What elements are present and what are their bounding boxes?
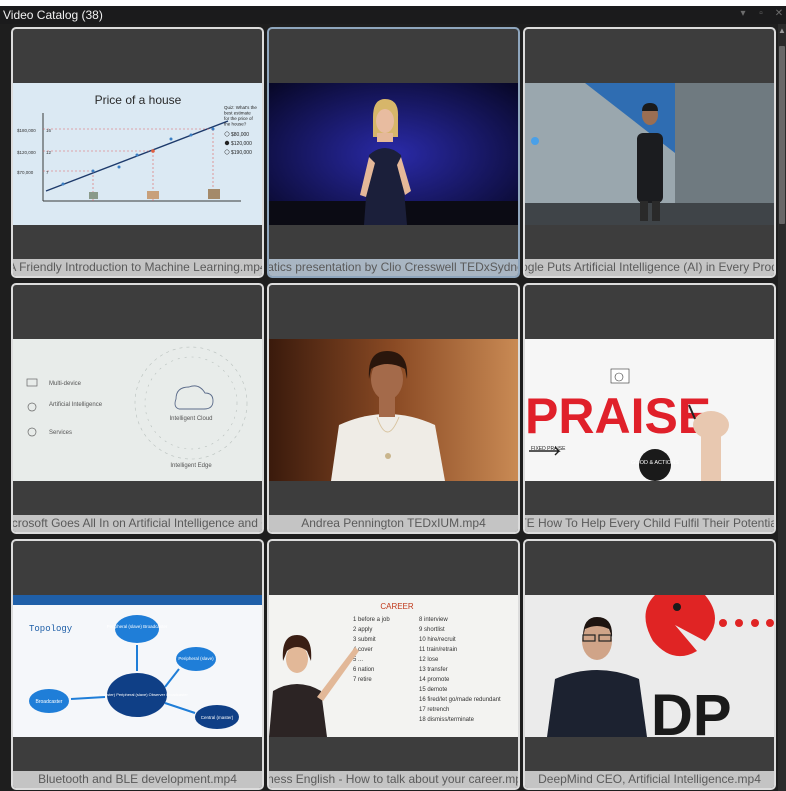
close-icon[interactable]: ✕: [774, 8, 784, 20]
svg-text:GOOD & ACTIONS: GOOD & ACTIONS: [631, 460, 679, 466]
title-bar: Video Catalog (38) ▾ ▫ ✕: [0, 6, 786, 24]
whiteboard-item: 15 demote: [419, 687, 448, 693]
video-thumbnail: [269, 83, 518, 225]
video-tile[interactable]: CAREER 1 before a job 2 apply 3 submit 4 co…: [267, 539, 520, 790]
svg-text:$80,000: $80,000: [231, 132, 249, 138]
thumbnail-image: PRAISE FIXED PRAISE GOOD & ACTIONS: [525, 339, 774, 481]
whiteboard-item: 7 retire: [353, 677, 372, 683]
video-title: siness English - How to talk about your …: [269, 771, 518, 788]
thumbnail-image: CAREER 1 before a job2 apply3 submit4 co…: [269, 595, 518, 737]
video-thumbnail: Topology Peripheral (slave) Broadcaster …: [13, 595, 262, 737]
whiteboard-item: 3 submit: [353, 637, 376, 643]
svg-text:Intelligent Cloud: Intelligent Cloud: [169, 416, 212, 422]
whiteboard-item: 11 train/retrain: [419, 647, 457, 653]
video-title: Google Puts Artificial Intelligence (AI)…: [525, 259, 774, 276]
svg-text:DP: DP: [651, 683, 732, 737]
whiteboard-item: 18 dismiss/terminate: [419, 717, 475, 723]
thumbnail-image: [269, 339, 518, 481]
thumbnail-image: [269, 83, 518, 225]
whiteboard-item: 9 shortlist: [419, 627, 445, 633]
thumbnail-image: Topology Peripheral (slave) Broadcaster …: [13, 595, 262, 737]
video-tile[interactable]: PRAISE FIXED PRAISE GOOD & ACTIONS TE Ho…: [523, 283, 776, 534]
thumbnail-image: [525, 83, 774, 225]
svg-text:Peripheral (slave) Broadcaster: Peripheral (slave) Broadcaster: [107, 624, 168, 629]
svg-text:$190,000: $190,000: [231, 150, 252, 156]
whiteboard-item: 13 transfer: [419, 667, 448, 673]
svg-text:16: 16: [46, 128, 52, 133]
video-tile[interactable]: DP DeepMind CEO, Artificial Intelligence…: [523, 539, 776, 790]
video-tile-selected[interactable]: matics presentation by Clio Cresswell TE…: [267, 27, 520, 278]
video-thumbnail: CAREER 1 before a job 2 apply 3 submit 4 co…: [269, 595, 518, 737]
whiteboard-item: 2 apply: [353, 627, 372, 633]
whiteboard-item: 17 retrench: [419, 707, 449, 713]
svg-text:FIXED PRAISE: FIXED PRAISE: [531, 446, 566, 452]
whiteboard-item: 5 ...: [353, 657, 363, 663]
video-thumbnail: Price of a house $180,000 $120,000 $70,0…: [13, 83, 262, 225]
video-thumbnail: DP: [525, 595, 774, 737]
svg-text:Peripheral (slave): Peripheral (slave): [178, 656, 214, 661]
svg-text:$120,000: $120,000: [17, 150, 36, 155]
video-title: Bluetooth and BLE development.mp4: [13, 771, 262, 788]
whiteboard-item: 1 before a job: [353, 617, 390, 623]
video-tile[interactable]: Price of a house $180,000 $120,000 $70,0…: [11, 27, 264, 278]
whiteboard-item: 8 interview: [419, 617, 448, 623]
thumb-chart-title: Price of a house: [95, 93, 182, 107]
svg-text:Artificial Intelligence: Artificial Intelligence: [49, 402, 103, 408]
video-thumbnail: Multi-device Artificial Intelligence Ser…: [13, 339, 262, 481]
thumbnail-image: DP: [525, 595, 774, 737]
svg-text:PRAISE: PRAISE: [525, 388, 711, 444]
scroll-thumb[interactable]: [779, 46, 785, 224]
video-catalog-window: Video Catalog (38) ▾ ▫ ✕ Price of a hous…: [0, 6, 786, 791]
whiteboard-item: 10 hire/recruit: [419, 637, 456, 643]
video-title: TE How To Help Every Child Fulfil Their …: [525, 515, 774, 532]
video-tile[interactable]: Google Puts Artificial Intelligence (AI)…: [523, 27, 776, 278]
svg-text:$120,000: $120,000: [231, 141, 252, 147]
svg-text:Broadcaster: Broadcaster: [36, 699, 63, 705]
svg-text:Multi-device: Multi-device: [49, 381, 82, 387]
video-title: Andrea Pennington TEDxIUM.mp4: [269, 515, 518, 532]
video-tile[interactable]: Multi-device Artificial Intelligence Ser…: [11, 283, 264, 534]
whiteboard-item: 16 fired/let go/made redundant: [419, 697, 501, 703]
dropdown-icon[interactable]: ▾: [738, 8, 748, 20]
svg-text:Topology: Topology: [29, 624, 73, 634]
scroll-up-icon[interactable]: ▲: [778, 26, 786, 36]
svg-text:Services: Services: [49, 430, 72, 436]
video-thumbnail: PRAISE FIXED PRAISE GOOD & ACTIONS: [525, 339, 774, 481]
whiteboard-item: 14 promote: [419, 677, 450, 683]
svg-text:$70,000: $70,000: [17, 170, 34, 175]
svg-text:Central (master): Central (master): [201, 715, 234, 720]
whiteboard-item: 6 nation: [353, 667, 374, 673]
thumbnail-image: Multi-device Artificial Intelligence Ser…: [13, 339, 262, 481]
video-title: rst Microsoft Goes All In on Artificial …: [13, 515, 262, 532]
video-thumbnail: [269, 339, 518, 481]
video-grid: Price of a house $180,000 $120,000 $70,0…: [11, 27, 777, 791]
svg-text:Intelligent Edge: Intelligent Edge: [170, 463, 212, 469]
video-title: DeepMind CEO, Artificial Intelligence.mp…: [525, 771, 774, 788]
window-title: Video Catalog (38): [3, 8, 103, 22]
video-title: A Friendly Introduction to Machine Learn…: [13, 259, 262, 276]
thumbnail-image: Price of a house $180,000 $120,000 $70,0…: [13, 83, 262, 225]
svg-text:$180,000: $180,000: [17, 128, 36, 133]
video-tile[interactable]: Topology Peripheral (slave) Broadcaster …: [11, 539, 264, 790]
svg-text:CAREER: CAREER: [380, 602, 414, 611]
vertical-scrollbar[interactable]: ▲: [778, 24, 786, 791]
restore-icon[interactable]: ▫: [756, 8, 766, 20]
video-tile[interactable]: Andrea Pennington TEDxIUM.mp4: [267, 283, 520, 534]
whiteboard-item: 12 lose: [419, 657, 439, 663]
svg-text:12: 12: [46, 150, 52, 155]
video-title: matics presentation by Clio Cresswell TE…: [269, 259, 518, 276]
video-thumbnail: [525, 83, 774, 225]
